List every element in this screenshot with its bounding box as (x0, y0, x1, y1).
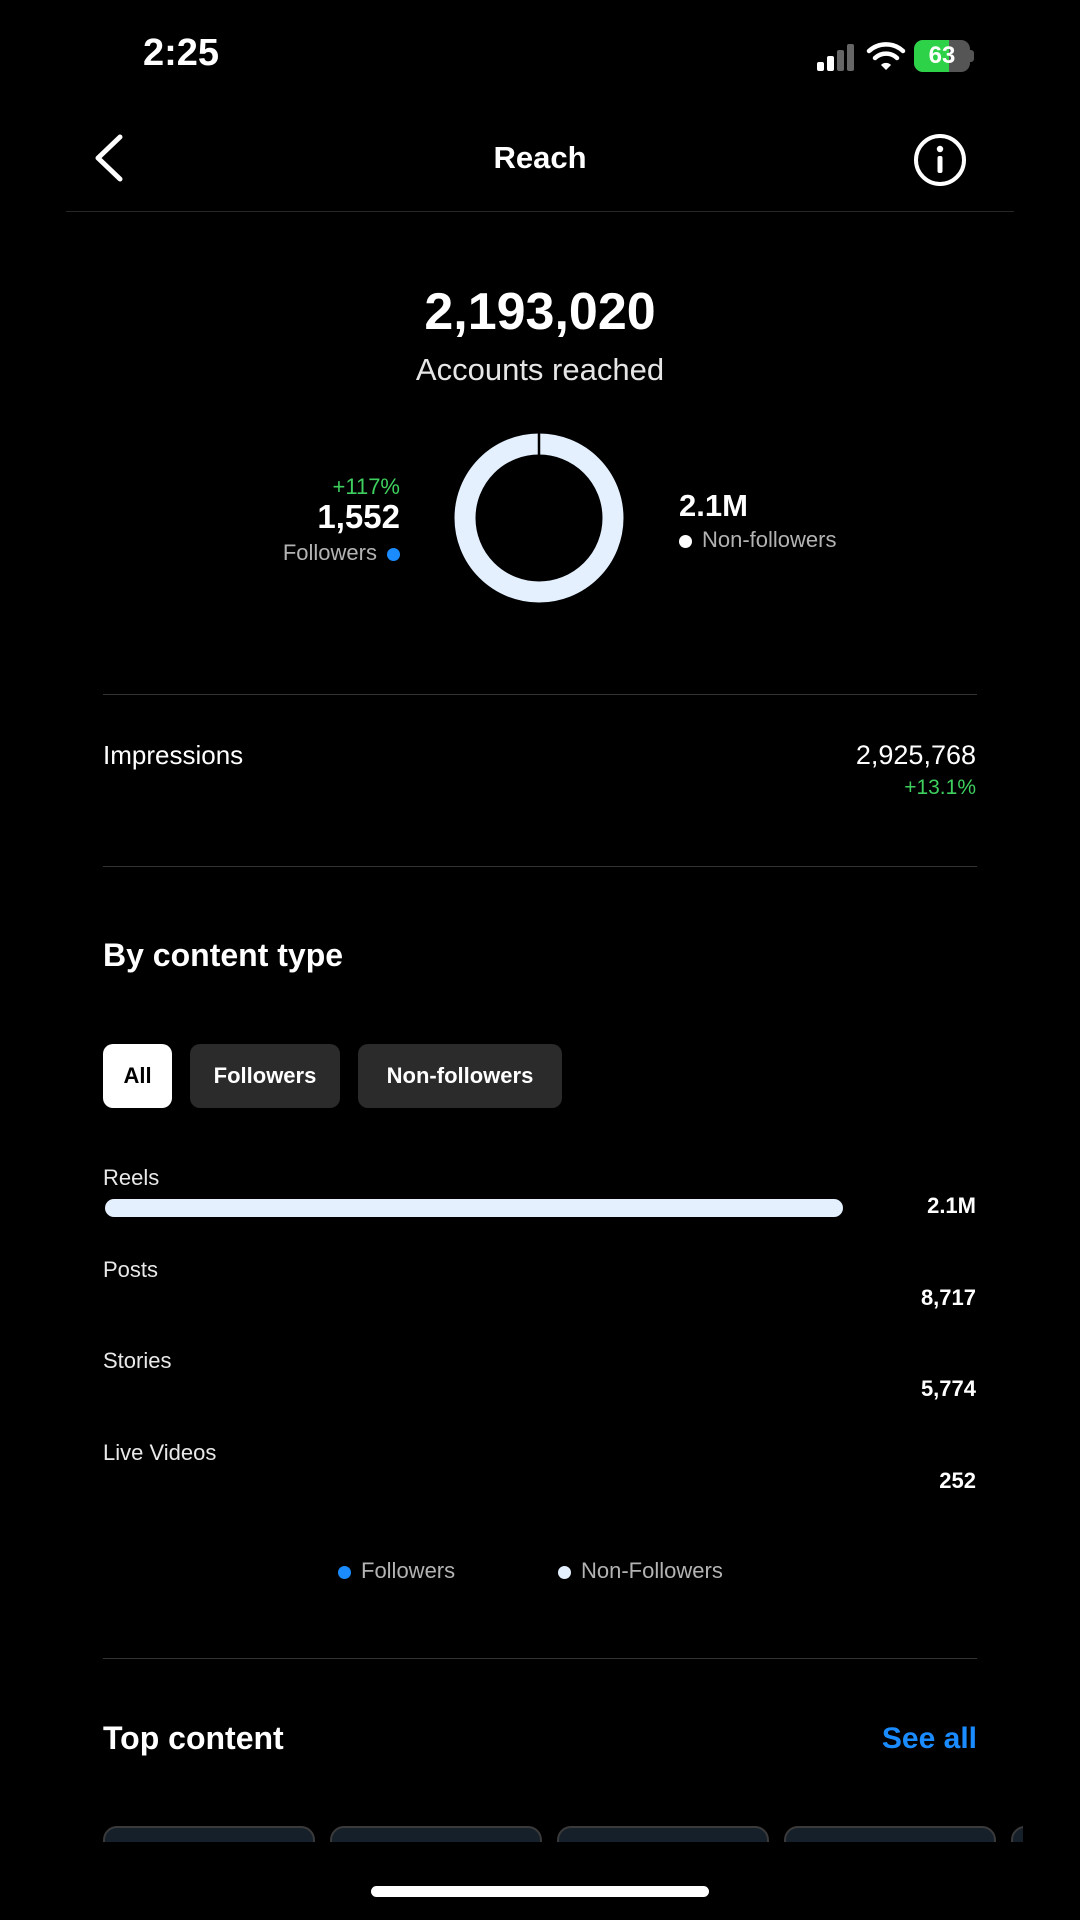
legend-followers-label: Followers (361, 1558, 456, 1583)
home-indicator[interactable] (371, 1886, 709, 1897)
followers-dot (387, 547, 400, 561)
top-content-thumb[interactable] (103, 1826, 315, 1842)
impressions-label: Impressions (103, 740, 244, 770)
impressions-change: +13.1% (904, 776, 976, 799)
accounts-reached-label: Accounts reached (415, 352, 665, 387)
see-all-link[interactable]: See all (882, 1722, 977, 1756)
content-row-label-stories: Stories (103, 1348, 172, 1373)
content-row-label-posts: Posts (103, 1257, 159, 1282)
reels-bar-track (103, 1199, 845, 1219)
battery-percent: 63 (928, 42, 956, 69)
content-row-label-reels: Reels (103, 1165, 160, 1190)
content-type-title: By content type (103, 937, 344, 973)
reach-donut-chart (454, 433, 624, 603)
legend-non-followers-label: Non-Followers (581, 1558, 723, 1583)
impressions-value: 2,925,768 (855, 740, 976, 770)
followers-label: Followers (283, 540, 400, 566)
summary-divider (103, 694, 977, 695)
legend-non-followers: Non-Followers (558, 1558, 723, 1584)
battery-terminal (970, 50, 974, 62)
status-time: 2:25 (143, 32, 220, 74)
accounts-reached-value: 2,193,020 (424, 283, 656, 341)
non-followers-label: Non-followers (679, 527, 837, 553)
impressions-divider (103, 866, 977, 867)
reels-bar (105, 1199, 843, 1217)
cellular-signal-icon (817, 44, 854, 71)
legend-non-followers-dot (558, 1565, 571, 1579)
header-divider (66, 211, 1014, 212)
content-row-value-stories: 5,774 (920, 1376, 976, 1401)
content-type-divider (103, 1658, 977, 1659)
content-row-value-reels: 2.1M (927, 1193, 976, 1218)
legend-followers-dot (338, 1565, 351, 1579)
top-content-thumb[interactable] (1011, 1826, 1023, 1842)
non-followers-dot (679, 534, 692, 548)
tab-all[interactable]: All (103, 1044, 172, 1108)
followers-label-text: Followers (282, 540, 377, 565)
top-content-thumb[interactable] (330, 1826, 542, 1842)
content-row-value-posts: 8,717 (920, 1285, 976, 1310)
legend-followers: Followers (338, 1558, 455, 1584)
top-content-thumb[interactable] (557, 1826, 769, 1842)
non-followers-label-text: Non-followers (702, 527, 837, 552)
content-row-value-live-videos: 252 (939, 1468, 976, 1493)
donut-non-followers-ring (454, 433, 624, 603)
top-content-title: Top content (103, 1720, 284, 1756)
followers-change: +117% (332, 474, 400, 499)
top-content-thumb[interactable] (784, 1826, 996, 1842)
battery-icon: 63 (914, 40, 970, 72)
tab-non-followers[interactable]: Non-followers (358, 1044, 562, 1108)
tab-followers[interactable]: Followers (190, 1044, 340, 1108)
content-row-label-live-videos: Live Videos (103, 1440, 217, 1465)
wifi-icon (866, 42, 906, 70)
non-followers-value: 2.1M (679, 488, 748, 523)
followers-value: 1,552 (317, 498, 400, 535)
info-icon[interactable] (913, 133, 967, 187)
top-content-thumbnails (103, 1826, 1023, 1842)
